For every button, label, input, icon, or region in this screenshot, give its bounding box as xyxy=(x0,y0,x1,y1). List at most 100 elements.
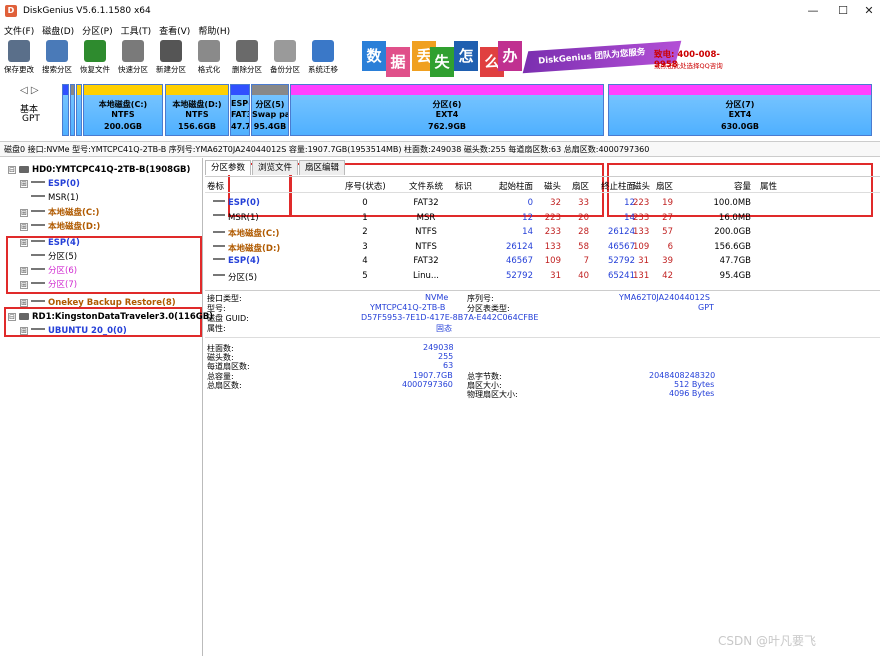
column-header[interactable]: 扇区 xyxy=(569,180,589,192)
table-row[interactable]: ESP(4) 4 FAT32 46567 109 7 52792 31 39 47.7GB xyxy=(205,255,880,269)
expand-toggle-icon[interactable]: ⊞ xyxy=(20,238,28,247)
table-cell: 5 xyxy=(362,270,368,281)
table-cell: 0 xyxy=(527,198,533,208)
table-row[interactable]: 本地磁盘(C:) 2 NTFS 14 233 28 26124 133 57 200.0GB xyxy=(205,226,880,240)
tree-node-label: HD0:YMTCPC41Q-2TB-B(1908GB) xyxy=(32,165,191,175)
column-header[interactable]: 起始柱面 xyxy=(483,180,533,192)
toolbar-button[interactable]: 删除分区 xyxy=(228,38,266,75)
disk-segment-unalloc[interactable] xyxy=(76,84,82,136)
delete-icon xyxy=(236,40,258,62)
toolbar-button[interactable]: 新建分区 xyxy=(152,38,190,75)
tree-partition-node[interactable]: MSR(1) xyxy=(20,191,79,205)
menu-item[interactable]: 帮助(H) xyxy=(194,24,234,37)
table-cell: 2 xyxy=(362,227,368,237)
expand-toggle-icon[interactable]: ⊞ xyxy=(20,222,28,231)
table-cell: 58 xyxy=(578,241,589,252)
menu-item[interactable]: 磁盘(D) xyxy=(38,24,78,37)
tree-partition-node[interactable]: ⊞ 分区(6) xyxy=(20,264,77,278)
table-cell: 100.0MB xyxy=(713,198,752,208)
tree-disk-node[interactable]: ⊟ HD0:YMTCPC41Q-2TB-B(1908GB) xyxy=(8,163,190,177)
expand-toggle-icon[interactable]: ⊞ xyxy=(20,298,28,307)
tree-partition-node[interactable]: ⊞ 本地磁盘(C:) xyxy=(20,206,99,220)
minimize-button[interactable]: — xyxy=(796,0,830,22)
disk-segment[interactable]: 本地磁盘(D:) NTFS 156.6GB xyxy=(165,84,229,136)
disk-segment[interactable]: 分区(5) Swap pa 95.4GB xyxy=(251,84,289,136)
column-header[interactable]: 扇区 xyxy=(653,180,673,192)
tree-partition-node[interactable]: ⊞ ESP(0) xyxy=(20,177,80,191)
menu-item[interactable]: 查看(V) xyxy=(155,24,194,37)
disk-icon xyxy=(19,166,29,173)
table-cell: 26124 xyxy=(505,241,533,252)
table-row[interactable]: 本地磁盘(D:) 3 NTFS 26124 133 58 46567 109 6 156.6GB xyxy=(205,241,880,255)
segment-fs: NTFS xyxy=(185,110,209,119)
column-header[interactable]: 磁头 xyxy=(537,180,561,192)
partition-icon xyxy=(31,266,45,270)
tree-partition-node[interactable]: ⊞ 分区(7) xyxy=(20,278,77,292)
expand-toggle-icon[interactable]: ⊞ xyxy=(20,266,28,275)
toolbar-button[interactable]: 系统迁移 xyxy=(304,38,342,75)
disk-segment[interactable]: 分区(7) EXT4 630.0GB xyxy=(608,84,872,136)
disk-segment[interactable]: ESP(4) FAT32 47.7GB xyxy=(230,84,250,136)
expand-toggle-icon[interactable]: ⊞ xyxy=(20,208,28,217)
table-cell: 109 xyxy=(544,256,561,266)
tree-node-label: 分区(6) xyxy=(48,266,78,276)
expand-toggle-icon[interactable]: ⊟ xyxy=(8,312,16,321)
menu-item[interactable]: 文件(F) xyxy=(0,24,38,37)
disk-segment[interactable]: 分区(6) EXT4 762.9GB xyxy=(290,84,604,136)
toolbar-button[interactable]: 快速分区 xyxy=(114,38,152,75)
toolbar: 保存更改 搜索分区 恢复文件 快速分区 新建分区 格式化 删除分区 备份分区 系统迁移 Disk… xyxy=(0,38,880,80)
new-partition-icon xyxy=(160,40,182,62)
toolbar-button[interactable]: 备份分区 xyxy=(266,38,304,75)
table-row[interactable]: 分区(5) 5 Linu... 52792 31 40 65241 131 42 95.4GB xyxy=(205,270,880,284)
column-header[interactable]: 卷标 xyxy=(207,180,327,192)
expand-toggle-icon[interactable]: ⊞ xyxy=(20,326,28,335)
toolbar-button[interactable]: 保存更改 xyxy=(0,38,38,75)
tree-partition-node[interactable]: ⊞ 本地磁盘(D:) xyxy=(20,220,100,234)
column-header[interactable]: 磁头 xyxy=(633,180,650,192)
column-header[interactable]: 标识 xyxy=(455,180,475,192)
tree-partition-node[interactable]: ⊞ Onekey Backup Restore(8) xyxy=(20,296,176,310)
tree-disk-node[interactable]: ⊟ RD1:KingstonDataTraveler3.0(116GB) xyxy=(8,310,213,324)
cylinders-value: 249038 xyxy=(423,343,454,352)
tree-partition-node[interactable]: 分区(5) xyxy=(20,250,77,264)
expand-toggle-icon[interactable]: ⊞ xyxy=(20,280,28,289)
toolbar-button[interactable]: 格式化 xyxy=(190,38,228,75)
table-row[interactable]: ESP(0) 0 FAT32 0 32 33 12 223 19 100.0MB xyxy=(205,197,880,211)
expand-toggle-icon[interactable]: ⊞ xyxy=(20,179,28,188)
segment-size: 47.7GB xyxy=(231,122,249,131)
disk-nav-arrows[interactable]: ◁ ▷ xyxy=(20,85,39,96)
partition-icon xyxy=(213,272,225,276)
expand-toggle-icon[interactable]: ⊟ xyxy=(8,165,16,174)
tab[interactable]: 浏览文件 xyxy=(252,160,299,175)
close-button[interactable]: ✕ xyxy=(852,0,880,22)
tree-node-label: UBUNTU 20_0(0) xyxy=(48,326,127,336)
tab[interactable]: 扇区编辑 xyxy=(299,160,346,175)
ad-banner[interactable]: DiskGenius 团队为您服务 致电: 400-008-9958 或点击此处… xyxy=(362,38,732,78)
tree-node-label: 本地磁盘(D:) xyxy=(48,222,101,232)
row-label: 本地磁盘(D:) xyxy=(213,242,280,254)
table-cell: 26124 xyxy=(607,227,635,237)
ad-qq-link[interactable]: 或点击此处选择QQ咨询 xyxy=(654,60,723,70)
table-row[interactable]: MSR(1) 1 MSR 12 223 20 14 233 27 16.0MB xyxy=(205,212,880,226)
iface-value: NVMe xyxy=(425,293,449,302)
column-header[interactable]: 文件系统 xyxy=(401,180,451,192)
menu-item[interactable]: 分区(P) xyxy=(78,24,116,37)
tree-partition-node[interactable]: ⊞ ESP(4) xyxy=(20,236,80,250)
column-header[interactable]: 终止柱面 xyxy=(595,180,635,192)
tab[interactable]: 分区参数 xyxy=(205,160,252,175)
column-header[interactable]: 序号(状态) xyxy=(345,180,386,192)
table-cell: 12 xyxy=(522,212,533,223)
disk-segment[interactable]: 本地磁盘(C:) NTFS 200.0GB xyxy=(83,84,163,136)
tree-partition-node[interactable]: ⊞ UBUNTU 20_0(0) xyxy=(20,324,127,338)
column-header[interactable]: 属性 xyxy=(760,180,790,192)
segment-fs: Swap pa xyxy=(252,110,289,119)
toolbar-button[interactable]: 搜索分区 xyxy=(38,38,76,75)
table-cell: 32 xyxy=(550,198,561,208)
toolbar-button[interactable]: 恢复文件 xyxy=(76,38,114,75)
disk-segment-esp0[interactable] xyxy=(62,84,69,136)
disk-segment-msr1[interactable] xyxy=(70,84,75,136)
column-header[interactable]: 容量 xyxy=(681,180,751,192)
table-cell: 223 xyxy=(633,198,650,208)
partition-icon xyxy=(31,208,45,212)
menu-item[interactable]: 工具(T) xyxy=(117,24,156,37)
